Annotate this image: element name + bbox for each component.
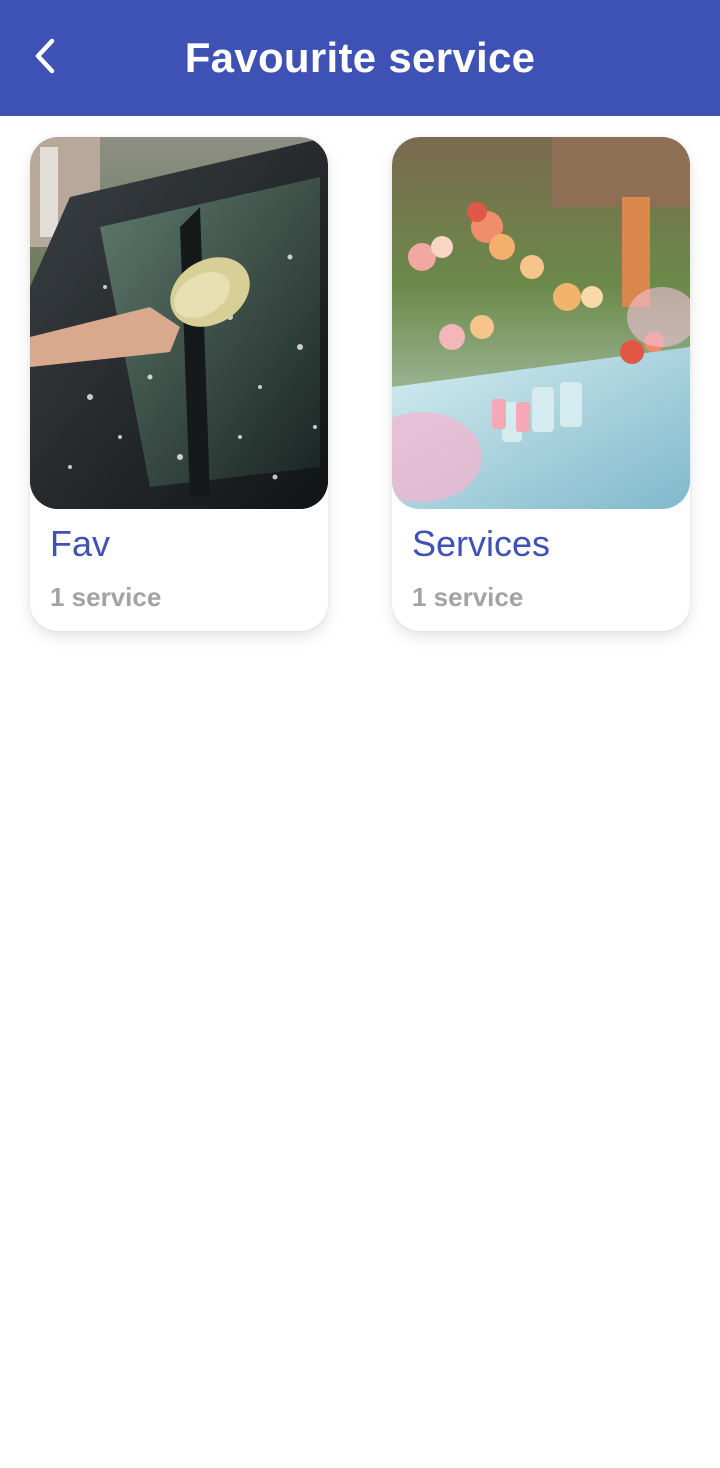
back-button[interactable] xyxy=(22,34,66,78)
car-wash-image xyxy=(30,137,328,509)
category-title: Services xyxy=(412,523,551,564)
category-count: 1 service xyxy=(50,582,162,612)
party-table-image xyxy=(392,137,690,509)
page-title: Favourite service xyxy=(184,34,536,81)
category-count: 1 service xyxy=(412,582,524,612)
category-title: Fav xyxy=(50,523,111,564)
category-card-fav[interactable]: Fav 1 service xyxy=(30,137,328,631)
app-bar: Favourite service xyxy=(0,0,720,116)
chevron-left-icon xyxy=(35,38,55,74)
category-card-services[interactable]: Services 1 service xyxy=(392,137,690,631)
